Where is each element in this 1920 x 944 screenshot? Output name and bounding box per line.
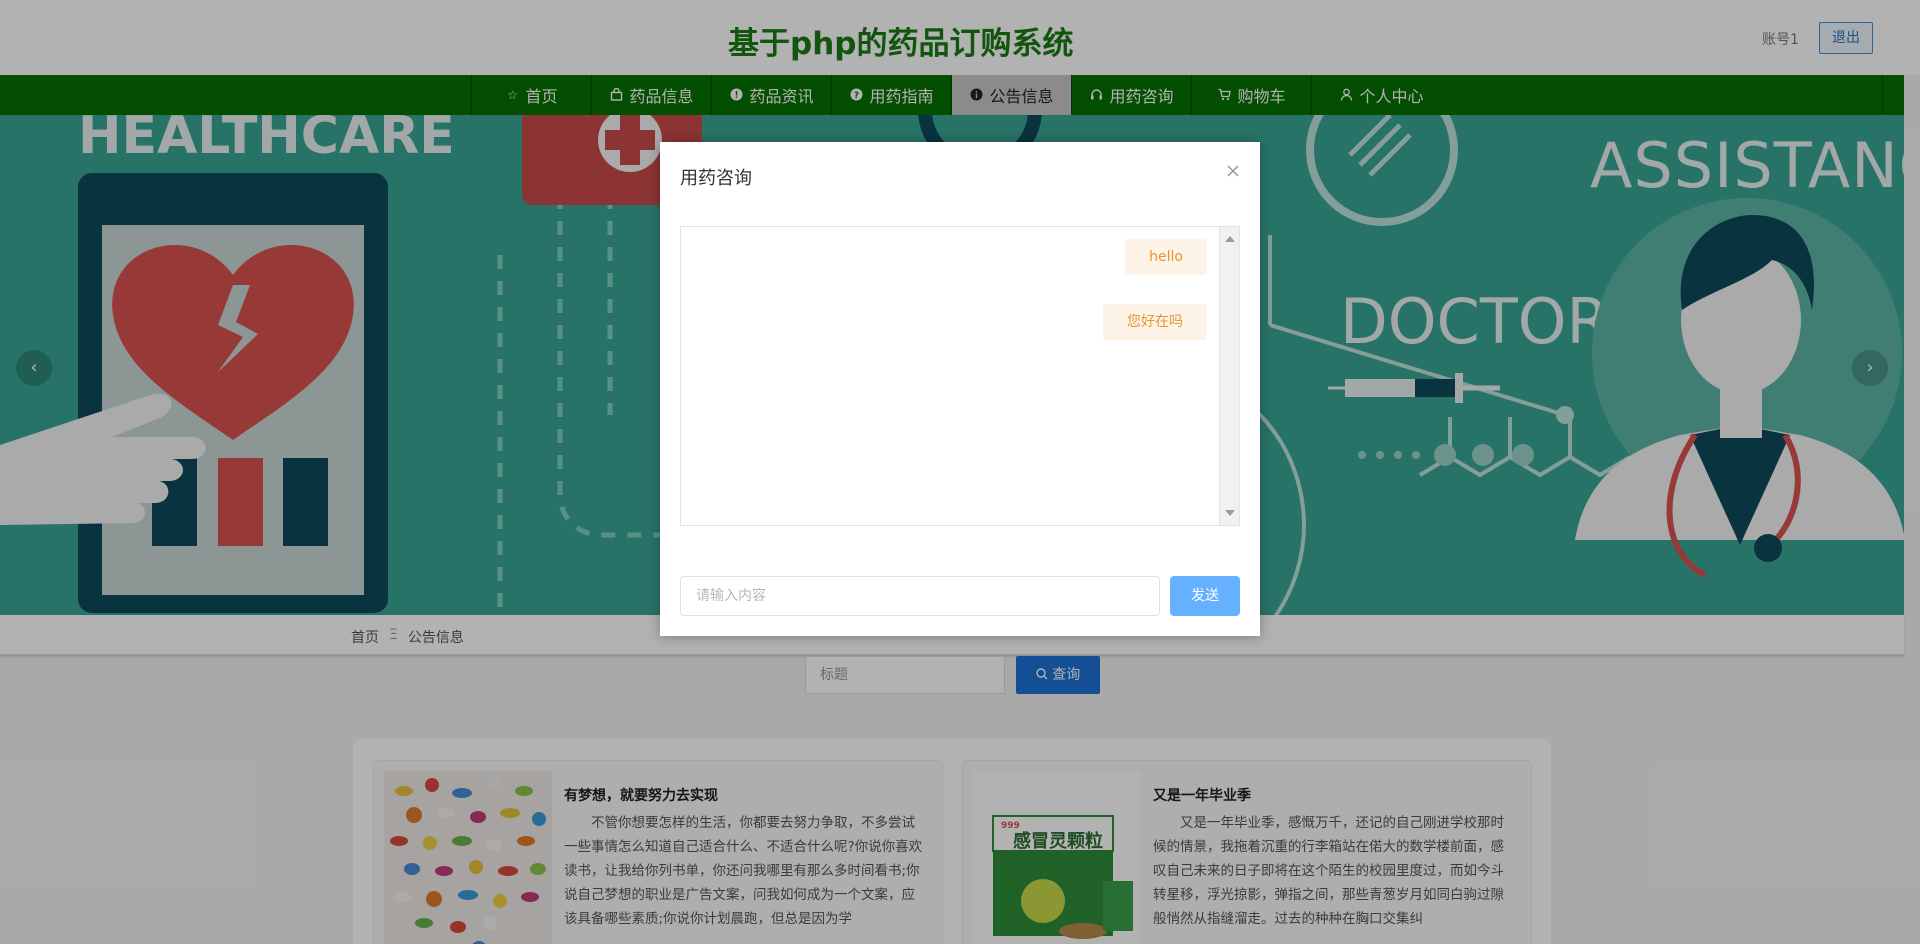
consultation-dialog: 用药咨询 hello 您好在吗 请输入内容 发送: [660, 142, 1260, 636]
scroll-up-icon[interactable]: [1225, 236, 1235, 242]
dialog-title: 用药咨询: [680, 168, 752, 189]
message-input[interactable]: 请输入内容: [680, 576, 1160, 616]
chat-message: hello: [1125, 239, 1207, 275]
close-button[interactable]: [1223, 160, 1243, 180]
close-icon: [1227, 158, 1239, 182]
chat-history[interactable]: hello 您好在吗: [680, 226, 1240, 526]
chat-scrollbar[interactable]: [1219, 227, 1239, 525]
chat-message: 您好在吗: [1103, 304, 1207, 340]
scroll-down-icon[interactable]: [1225, 510, 1235, 516]
send-button[interactable]: 发送: [1170, 576, 1240, 616]
